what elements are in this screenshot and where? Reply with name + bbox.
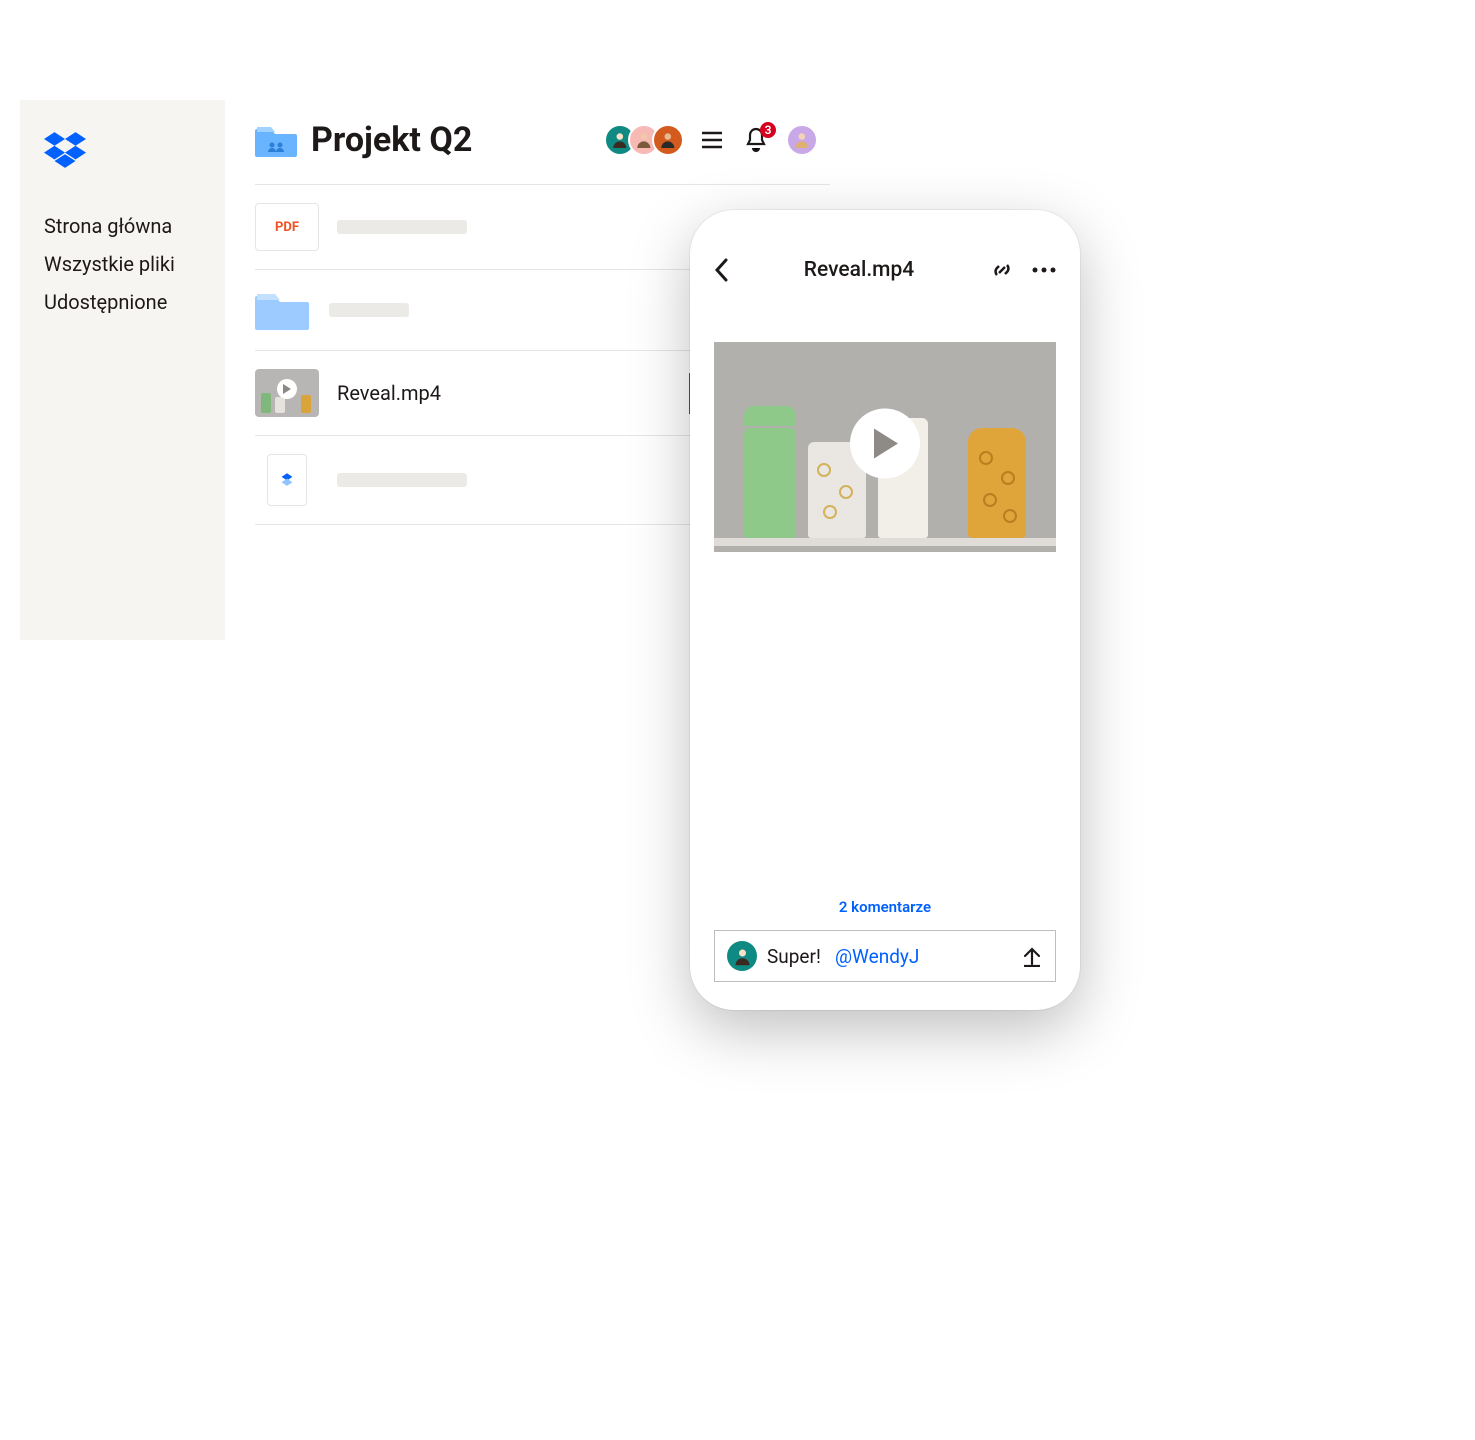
folder-title: Projekt Q2 [311,120,590,160]
video-preview[interactable] [714,342,1056,552]
send-icon[interactable] [1021,945,1043,967]
mobile-preview: Reveal.mp4 2 komentarze Super! [690,210,1080,1010]
nav-shared[interactable]: Udostępnione [44,290,201,314]
dropbox-logo-icon [44,132,86,174]
video-thumbnail [255,369,319,417]
comment-body: Super! [767,945,821,968]
avatar [727,941,757,971]
file-name: Reveal.mp4 [337,381,671,405]
comment-input[interactable]: Super! @WendyJ [714,930,1056,982]
notifications-icon[interactable]: 3 [742,126,770,154]
shared-folder-icon [255,123,297,157]
file-name-placeholder [337,220,467,234]
collaborator-avatars[interactable] [604,124,684,156]
more-icon[interactable] [1032,267,1056,273]
avatar [652,124,684,156]
nav-all-files[interactable]: Wszystkie pliki [44,252,201,276]
notification-badge: 3 [760,122,776,138]
pdf-icon: PDF [255,203,319,251]
comment-mention[interactable]: @WendyJ [835,945,919,968]
play-icon[interactable] [850,409,920,479]
link-icon[interactable] [990,258,1014,282]
menu-icon[interactable] [698,126,726,154]
sidebar: Strona główna Wszystkie pliki Udostępnio… [20,100,225,640]
paper-doc-icon [267,454,307,506]
current-user-avatar[interactable] [786,124,818,156]
mobile-file-title: Reveal.mp4 [804,258,914,282]
nav-home[interactable]: Strona główna [44,214,201,238]
folder-header: Projekt Q2 3 [255,120,830,160]
mobile-header: Reveal.mp4 [714,258,1056,282]
file-name-placeholder [329,303,409,317]
file-name-placeholder [337,473,467,487]
folder-icon [255,288,311,332]
comment-text: Super! @WendyJ [767,945,1011,968]
comments-link[interactable]: 2 komentarze [714,898,1056,916]
back-icon[interactable] [714,258,728,282]
